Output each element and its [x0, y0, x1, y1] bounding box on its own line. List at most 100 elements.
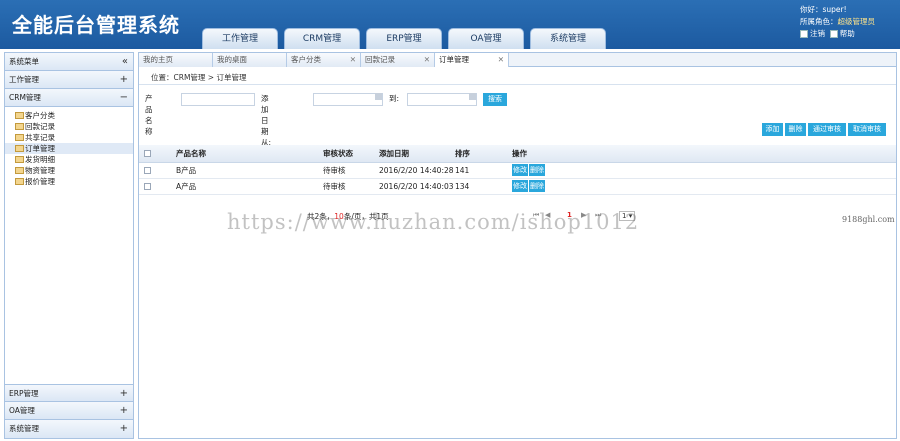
- folder-icon: [15, 123, 24, 130]
- watermark-secondary: 9188ghl.com: [842, 215, 895, 224]
- sidebar-group-oa[interactable]: OA管理 +: [5, 402, 133, 420]
- close-icon[interactable]: ✕: [350, 53, 356, 67]
- date-to-label: 到:: [389, 94, 400, 103]
- folder-icon: [15, 134, 24, 141]
- sidebar: 系统菜单 « 工作管理 + CRM管理 − 客户分类 回款记录 共享记录 订单管…: [4, 52, 134, 439]
- expand-icon[interactable]: +: [120, 71, 128, 89]
- edit-button[interactable]: 修改: [512, 164, 528, 176]
- calendar-icon[interactable]: [375, 93, 382, 100]
- calendar-icon[interactable]: [469, 93, 476, 100]
- expand-icon[interactable]: +: [120, 402, 128, 420]
- folder-icon: [15, 145, 24, 152]
- folder-icon: [15, 167, 24, 174]
- role-label: 所属角色：: [800, 17, 838, 26]
- tab-desktop[interactable]: 我的桌面: [213, 53, 287, 67]
- table-row: B产品 待审核 2016/2/20 14:40:28 141 修改 删除: [139, 162, 896, 179]
- sidebar-title: 系统菜单 «: [5, 53, 133, 71]
- date-from-input[interactable]: [313, 93, 383, 106]
- cell-sort: 141: [455, 162, 512, 179]
- close-icon[interactable]: ✕: [498, 53, 504, 67]
- sidebar-group-erp[interactable]: ERP管理 +: [5, 384, 133, 402]
- logout-icon: [800, 30, 808, 38]
- collapse-icon[interactable]: −: [120, 89, 128, 107]
- sidebar-item-materials[interactable]: 物资管理: [5, 165, 133, 176]
- cell-date: 2016/2/20 14:40:28: [379, 162, 455, 179]
- nav-tab-erp[interactable]: ERP管理: [366, 28, 442, 49]
- help-icon: [829, 30, 838, 38]
- column-header-status: 审核状态: [323, 145, 379, 163]
- delete-row-button[interactable]: 删除: [529, 180, 545, 192]
- date-to-field[interactable]: [407, 93, 477, 106]
- folder-icon: [15, 178, 24, 185]
- sidebar-group-system[interactable]: 系统管理 +: [5, 420, 133, 438]
- cell-date: 2016/2/20 14:40:03: [379, 178, 455, 195]
- cell-product-name: B产品: [176, 162, 323, 179]
- sidebar-group-label: ERP管理: [9, 389, 39, 398]
- page-tabs: 我的主页 我的桌面 客户分类 ✕ 回款记录 ✕ 订单管理 ✕: [139, 53, 896, 67]
- nav-tab-system[interactable]: 系统管理: [530, 28, 606, 49]
- table-header-row: 产品名称 审核状态 添加日期 排序 操作: [139, 145, 896, 163]
- collapse-sidebar-icon[interactable]: «: [122, 53, 128, 71]
- app-header: 全能后台管理系统 工作管理 CRM管理 ERP管理 OA管理 系统管理 你好：s…: [0, 0, 900, 49]
- sidebar-title-label: 系统菜单: [9, 57, 39, 66]
- folder-icon: [15, 156, 24, 163]
- orders-table: 产品名称 审核状态 添加日期 排序 操作 B产品 待审核 2016/2/20 1…: [139, 145, 896, 195]
- date-from-label: 添加日期 从:: [261, 94, 272, 147]
- sidebar-group-crm[interactable]: CRM管理 −: [5, 89, 133, 107]
- tab-customer-category[interactable]: 客户分类 ✕: [287, 53, 361, 67]
- crm-menu: 客户分类 回款记录 共享记录 订单管理 发货明细 物资管理 报价管理: [5, 107, 133, 394]
- table-row: A产品 待审核 2016/2/20 14:40:03 134 修改 删除: [139, 178, 896, 195]
- role-value: 超级管理员: [837, 17, 876, 26]
- content-panel: 我的主页 我的桌面 客户分类 ✕ 回款记录 ✕ 订单管理 ✕ 位置：CRM管理 > 订…: [138, 52, 897, 439]
- breadcrumb: 位置：CRM管理 > 订单管理: [139, 71, 896, 85]
- app-title: 全能后台管理系统: [12, 13, 180, 37]
- tab-payment-records[interactable]: 回款记录 ✕: [361, 53, 435, 67]
- row-checkbox[interactable]: [144, 167, 151, 174]
- cell-product-name: A产品: [176, 178, 323, 195]
- sidebar-item-payment-records[interactable]: 回款记录: [5, 121, 133, 132]
- delete-button[interactable]: 删除: [785, 123, 806, 136]
- sidebar-item-shipping-details[interactable]: 发货明细: [5, 154, 133, 165]
- user-greeting: 你好：super!: [800, 5, 847, 14]
- close-icon[interactable]: ✕: [424, 53, 430, 67]
- nav-tab-crm[interactable]: CRM管理: [284, 28, 360, 49]
- logout-link[interactable]: 注销: [810, 29, 825, 38]
- date-to-input[interactable]: [407, 93, 477, 106]
- search-button[interactable]: 搜索: [483, 93, 507, 106]
- nav-tab-work[interactable]: 工作管理: [202, 28, 278, 49]
- approve-button[interactable]: 通过审核: [808, 123, 846, 136]
- sidebar-bottom-groups: ERP管理 + OA管理 + 系统管理 +: [5, 384, 133, 438]
- edit-button[interactable]: 修改: [512, 180, 528, 192]
- tab-orders[interactable]: 订单管理 ✕: [435, 53, 509, 67]
- select-all-checkbox[interactable]: [144, 150, 151, 158]
- product-name-label: 产品名称: [145, 94, 153, 136]
- product-name-input[interactable]: [181, 93, 255, 106]
- help-link[interactable]: 帮助: [840, 29, 855, 38]
- sidebar-item-shared-records[interactable]: 共享记录: [5, 132, 133, 143]
- cell-sort: 134: [455, 178, 512, 195]
- row-checkbox[interactable]: [144, 183, 151, 190]
- sidebar-group-label: CRM管理: [9, 93, 41, 102]
- sidebar-item-customer-category[interactable]: 客户分类: [5, 110, 133, 121]
- date-from-field[interactable]: [313, 93, 383, 106]
- sidebar-item-orders[interactable]: 订单管理: [5, 143, 133, 154]
- sidebar-group-label: OA管理: [9, 406, 35, 415]
- nav-tab-oa[interactable]: OA管理: [448, 28, 524, 49]
- watermark: https://www.huzhan.com/ishop1012: [227, 210, 640, 234]
- folder-icon: [15, 112, 24, 119]
- user-box: 你好：super! 所属角色：超级管理员 注销 帮助: [800, 4, 875, 40]
- sidebar-item-quotes[interactable]: 报价管理: [5, 176, 133, 187]
- expand-icon[interactable]: +: [120, 420, 128, 438]
- tab-home[interactable]: 我的主页: [139, 53, 213, 67]
- sidebar-group-work[interactable]: 工作管理 +: [5, 71, 133, 89]
- cell-status: 待审核: [323, 178, 379, 195]
- expand-icon[interactable]: +: [120, 385, 128, 403]
- sidebar-group-label: 系统管理: [9, 424, 39, 433]
- column-header-actions: 操作: [512, 145, 896, 163]
- cancel-approve-button[interactable]: 取消审核: [848, 123, 886, 136]
- add-button[interactable]: 添加: [762, 123, 783, 136]
- delete-row-button[interactable]: 删除: [529, 164, 545, 176]
- column-header-name: 产品名称: [176, 145, 323, 163]
- column-header-sort: 排序: [455, 145, 512, 163]
- column-header-date: 添加日期: [379, 145, 455, 163]
